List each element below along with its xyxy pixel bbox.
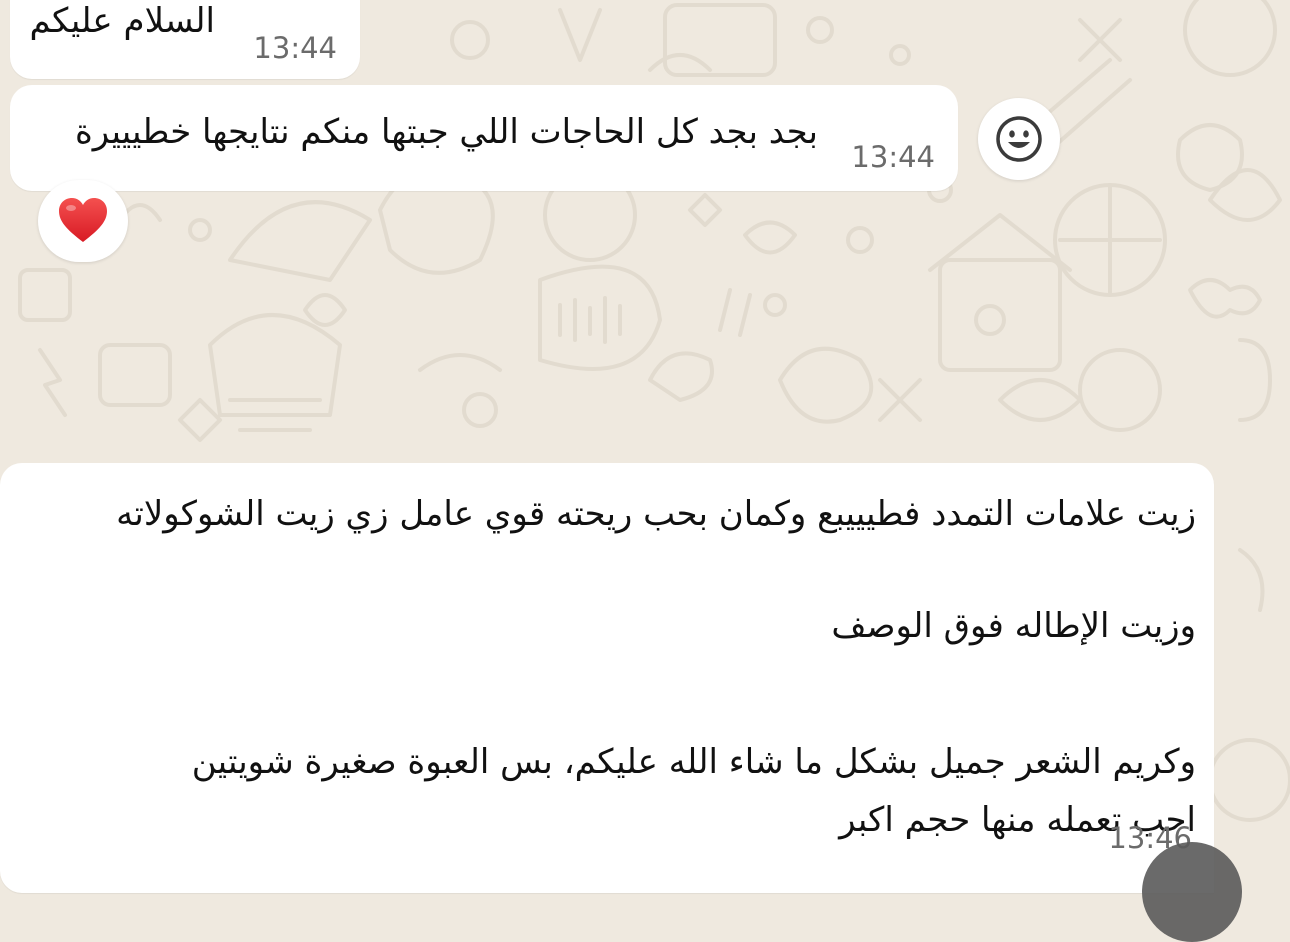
message-text-line: زيت علامات التمدد فطيييبع وكمان بحب ريحت… xyxy=(116,494,1196,534)
smiley-face-icon xyxy=(996,116,1042,162)
scroll-to-bottom-button[interactable] xyxy=(1142,842,1242,942)
message-text: بجد بجد كل الحاجات اللي جبتها منكم نتايج… xyxy=(74,112,818,152)
incoming-message-bubble[interactable]: بجد بجد كل الحاجات اللي جبتها منكم نتايج… xyxy=(10,85,958,191)
message-timestamp: 13:44 xyxy=(253,31,337,65)
add-reaction-button[interactable] xyxy=(978,98,1060,180)
incoming-message-bubble[interactable]: السلام عليكم 13:44 xyxy=(10,0,360,79)
red-heart-icon xyxy=(59,198,107,242)
message-text-line: وكريم الشعر جميل بشكل ما شاء الله عليكم،… xyxy=(191,742,1196,782)
message-text-line: وزيت الإطاله فوق الوصف xyxy=(831,606,1196,646)
message-timestamp: 13:44 xyxy=(851,140,935,174)
message-reaction-badge[interactable] xyxy=(38,180,128,262)
message-text: السلام عليكم xyxy=(29,1,216,41)
incoming-message-bubble[interactable]: زيت علامات التمدد فطيييبع وكمان بحب ريحت… xyxy=(0,463,1214,893)
